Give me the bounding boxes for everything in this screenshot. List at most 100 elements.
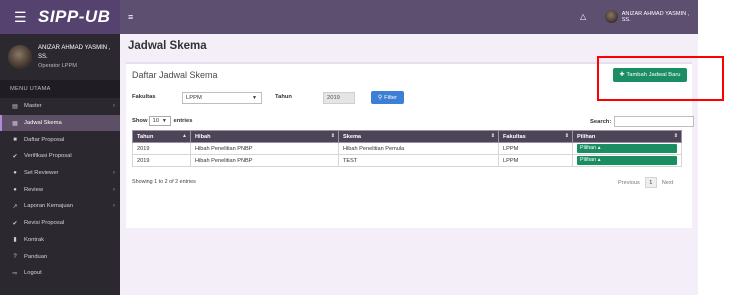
table-info: Showing 1 to 2 of 2 entries xyxy=(132,179,196,185)
sidebar-item-label: Revisi Proposal xyxy=(24,220,65,227)
cell-hibah: Hibah Penelitian PNBP xyxy=(190,142,339,155)
column-header-hibah[interactable]: Hibah ⇕ xyxy=(190,130,339,143)
sidebar-item-label: Logout xyxy=(24,270,42,277)
cell-skema: Hibah Penelitian Pemula xyxy=(338,142,499,155)
bell-icon[interactable]: △ xyxy=(580,12,586,21)
tahun-value: 2019 xyxy=(327,95,340,101)
sidebar-item-master[interactable]: ▤ Master ‹ xyxy=(0,98,120,115)
sidebar-item-label: Panduan xyxy=(24,253,48,260)
calendar-icon: ▦ xyxy=(12,120,18,127)
sort-asc-icon: ▲ xyxy=(182,133,187,139)
pilihan-dropdown-button[interactable]: Pilihan ▴ xyxy=(577,156,677,165)
entries-label: entries xyxy=(173,118,193,124)
column-header-pilihan[interactable]: Pilihan ⇕ xyxy=(572,130,682,143)
logout-icon: ⇨ xyxy=(12,270,18,277)
search-icon: ⚲ xyxy=(377,94,383,101)
sidebar-item-label: Laporan Kemajuan xyxy=(24,203,73,210)
chevron-left-icon: ‹ xyxy=(113,186,115,193)
pagination: Previous 1 Next xyxy=(618,177,673,188)
search-label: Search: xyxy=(590,118,612,125)
filter-label: Filter xyxy=(384,94,398,101)
app-window: ☰ SIPP-UB ANIZAR AHMAD YASMIN , SS. Oper… xyxy=(0,0,730,295)
avatar xyxy=(605,10,618,23)
fakultas-select[interactable]: LPPM ▼ xyxy=(182,92,262,104)
menu-header: MENU UTAMA xyxy=(0,80,120,98)
cell-pilihan: Pilihan ▴ xyxy=(572,154,682,167)
top-navbar: ≡ △ ANIZAR AHMAD YASMIN , SS. xyxy=(120,0,698,34)
hamburger-icon[interactable]: ≡ xyxy=(128,12,133,22)
sort-icon: ⇕ xyxy=(330,133,335,139)
pilihan-label: Pilihan xyxy=(580,145,597,151)
user-role: Operator LPPM xyxy=(38,62,77,69)
table-row: 2019 Hibah Penelitian PNBP TEST LPPM Pil… xyxy=(132,154,682,167)
logo-icon: ☰ xyxy=(14,9,27,25)
fakultas-label: Fakultas xyxy=(132,94,156,100)
column-header-fakultas[interactable]: Fakultas ⇕ xyxy=(498,130,573,143)
users-icon: ● xyxy=(13,186,17,193)
box-title: Daftar Jadwal Skema xyxy=(132,70,218,80)
column-label: Skema xyxy=(343,133,362,140)
sidebar-item-kontrak[interactable]: ▮ Kontrak xyxy=(0,232,120,249)
user-name: ANIZAR AHMAD YASMIN , SS. xyxy=(38,44,111,60)
sidebar-item-panduan[interactable]: ? Panduan xyxy=(0,248,120,265)
sidebar-item-review[interactable]: ● Review ‹ xyxy=(0,181,120,198)
tahun-input[interactable]: 2019 xyxy=(323,92,355,104)
check-circle-icon: ✔ xyxy=(12,220,18,227)
cell-hibah: Hibah Penelitian PNBP xyxy=(190,154,339,167)
help-icon: ? xyxy=(13,253,17,260)
column-header-skema[interactable]: Skema ⇕ xyxy=(338,130,499,143)
menu-icon: ▤ xyxy=(12,103,18,110)
sidebar-item-label: Review xyxy=(24,186,44,193)
brand-name: SIPP-UB xyxy=(38,7,111,26)
file-icon: ▮ xyxy=(13,237,17,244)
next-page-button[interactable]: Next xyxy=(662,180,674,186)
column-label: Hibah xyxy=(195,133,211,140)
pilihan-dropdown-button[interactable]: Pilihan ▴ xyxy=(577,144,677,153)
sidebar-item-verifikasi-proposal[interactable]: ✔ Verifikasi Proposal xyxy=(0,148,120,165)
sidebar: ☰ SIPP-UB ANIZAR AHMAD YASMIN , SS. Oper… xyxy=(0,0,120,295)
sidebar-item-daftar-proposal[interactable]: ■ Daftar Proposal xyxy=(0,131,120,148)
check-circle-icon: ✔ xyxy=(12,153,18,160)
highlight-annotation xyxy=(597,56,724,101)
chevron-left-icon: ‹ xyxy=(113,203,115,210)
sidebar-item-laporan-kemajuan[interactable]: ↗ Laporan Kemajuan ‹ xyxy=(0,198,120,215)
chevron-left-icon: ‹ xyxy=(113,103,115,110)
page-title: Jadwal Skema xyxy=(128,40,207,52)
search-input[interactable] xyxy=(614,116,695,127)
sidebar-item-set-reviewer[interactable]: ● Set Reviewer ‹ xyxy=(0,165,120,182)
user-menu[interactable]: ANIZAR AHMAD YASMIN , SS. xyxy=(605,10,698,23)
column-label: Tahun xyxy=(137,133,154,140)
page-margin xyxy=(698,0,730,295)
cell-fakultas: LPPM xyxy=(498,142,573,155)
entries-value: 10 xyxy=(152,118,159,124)
column-header-tahun[interactable]: Tahun ▲ xyxy=(132,130,191,143)
sidebar-item-logout[interactable]: ⇨ Logout xyxy=(0,265,120,282)
page-1-button[interactable]: 1 xyxy=(644,177,657,188)
previous-page-button[interactable]: Previous xyxy=(618,180,640,186)
avatar xyxy=(8,45,32,69)
fakultas-value: LPPM xyxy=(186,95,202,101)
chevron-left-icon: ‹ xyxy=(113,170,115,177)
column-label: Pilihan xyxy=(577,133,596,140)
caret-up-icon: ▴ xyxy=(597,157,601,163)
chart-icon: ↗ xyxy=(12,203,18,210)
cell-tahun: 2019 xyxy=(132,142,191,155)
sidebar-item-jadwal-skema[interactable]: ▦ Jadwal Skema xyxy=(0,114,120,132)
table-header-row: Tahun ▲ Hibah ⇕ Skema ⇕ Fakultas ⇕ Pilihan ⇕ xyxy=(132,130,682,143)
logo[interactable]: ☰ SIPP-UB xyxy=(0,0,120,34)
entries-select[interactable]: 10 ▼ xyxy=(149,116,172,126)
show-label: Show xyxy=(132,118,148,124)
pilihan-label: Pilihan xyxy=(580,157,597,163)
sidebar-item-revisi-proposal[interactable]: ✔ Revisi Proposal xyxy=(0,215,120,232)
sort-icon: ⇕ xyxy=(490,133,495,139)
schedule-table: Tahun ▲ Hibah ⇕ Skema ⇕ Fakultas ⇕ Pilihan ⇕ … xyxy=(132,130,682,167)
filter-button[interactable]: ⚲ Filter xyxy=(371,91,404,104)
users-icon: ● xyxy=(13,170,17,177)
top-user-name: ANIZAR AHMAD YASMIN , SS. xyxy=(621,10,690,23)
cell-fakultas: LPPM xyxy=(498,154,573,167)
column-label: Fakultas xyxy=(503,133,526,140)
table-row: 2019 Hibah Penelitian PNBP Hibah Penelit… xyxy=(132,142,682,155)
cell-tahun: 2019 xyxy=(132,154,191,167)
length-control: Show 10 ▼ entries xyxy=(132,116,192,126)
chevron-down-icon: ▼ xyxy=(252,95,257,101)
